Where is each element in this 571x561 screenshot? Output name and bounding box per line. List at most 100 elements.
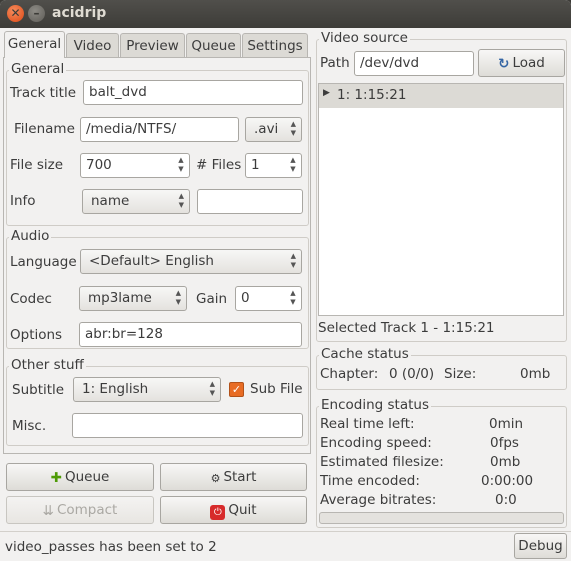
quit-icon: ⏻ [210,505,226,520]
cache-status-frame-label: Cache status [319,346,411,362]
time-encoded-value: 0:00:00 [481,473,534,489]
minimize-window-button[interactable]: – [28,5,45,22]
spin-arrows-icon: ▲ ▼ [290,252,296,269]
file-size-label: File size [10,157,64,173]
spin-arrows-icon: ▲ ▼ [209,380,215,397]
refresh-icon: ↻ [498,56,510,72]
track-tree: ▶ 1: 1:15:21 [318,83,564,316]
real-time-left-value: 0min [489,416,524,432]
spin-arrows-icon: ▲ ▼ [175,289,181,306]
info-select[interactable]: name ▲ ▼ [82,189,190,214]
chapter-label: Chapter: [320,366,379,382]
language-value: <Default> English [89,253,214,269]
close-window-button[interactable]: ✕ [7,5,24,22]
encoding-status-frame-label: Encoding status [319,397,431,413]
window-title: acidrip [52,5,107,21]
info-select-value: name [91,193,130,209]
options-input[interactable]: abr:br=128 [79,322,302,347]
file-size-spinner[interactable]: 700 ▲ ▼ [80,153,190,178]
quit-button[interactable]: ⏻ Quit [160,496,307,524]
subtitle-label: Subtitle [12,382,65,398]
encoding-speed-value: 0fps [490,435,519,451]
start-button-label: Start [223,469,257,485]
language-select[interactable]: <Default> English ▲ ▼ [80,249,302,274]
load-button-label: Load [512,55,545,71]
language-label: Language [10,254,77,270]
app-window: ✕ – acidrip General Video Preview Queue … [0,0,571,561]
sub-file-label: Sub File [250,381,303,397]
misc-input[interactable] [72,413,303,438]
general-frame-label: General [9,61,67,77]
tab-queue[interactable]: Queue [186,33,241,58]
subtitle-value: 1: English [82,381,149,397]
sub-file-checkbox[interactable]: ✓ [229,382,244,397]
title-bar: ✕ – acidrip [0,0,571,28]
spin-arrows-icon[interactable]: ▲ ▼ [175,156,187,175]
encoding-speed-label: Encoding speed: [320,435,432,451]
minimize-icon: – [33,6,40,20]
files-count-label: # Files [196,157,242,173]
misc-label: Misc. [12,418,47,434]
tab-preview[interactable]: Preview [120,33,185,58]
size-label: Size: [444,366,477,382]
load-button[interactable]: ↻ Load [478,49,565,77]
tree-item-label: 1: 1:15:21 [337,87,407,103]
subtitle-select[interactable]: 1: English ▲ ▼ [73,377,221,402]
track-title-input[interactable]: balt_dvd [83,80,303,105]
options-label: Options [10,327,63,343]
files-count-value: 1 [251,157,260,173]
tab-settings[interactable]: Settings [242,33,308,58]
estimated-filesize-label: Estimated filesize: [320,454,444,470]
compact-button[interactable]: ⇊ Compact [6,496,154,524]
size-value: 0mb [520,366,551,382]
average-bitrates-label: Average bitrates: [320,492,437,508]
codec-label: Codec [10,291,52,307]
start-button[interactable]: ⚙ Start [160,463,307,491]
status-message: video_passes has been set to 2 [5,539,217,555]
time-encoded-label: Time encoded: [320,473,420,489]
expander-arrow-icon[interactable]: ▶ [323,88,330,98]
path-label: Path [320,55,350,71]
filename-input[interactable]: /media/NTFS/ [80,117,239,142]
files-count-spinner[interactable]: 1 ▲ ▼ [245,153,302,178]
checkmark-icon: ✓ [231,383,242,396]
filename-label: Filename [14,121,75,137]
spin-arrows-icon[interactable]: ▲ ▼ [287,156,299,175]
real-time-left-label: Real time left: [320,416,415,432]
tree-row-selected[interactable]: ▶ 1: 1:15:21 [319,84,563,108]
selected-track-label: Selected Track 1 - 1:15:21 [318,320,495,336]
average-bitrates-value: 0:0 [495,492,517,508]
compact-button-label: Compact [56,502,118,518]
queue-button[interactable]: ✚ Queue [6,463,154,491]
close-icon: ✕ [10,6,21,20]
info-text-input[interactable] [197,189,303,214]
start-icon: ⚙ [210,472,221,485]
compact-icon: ⇊ [42,503,54,519]
other-stuff-frame-label: Other stuff [9,357,86,373]
audio-frame-label: Audio [9,228,52,244]
estimated-filesize-value: 0mb [490,454,521,470]
plus-icon: ✚ [50,470,62,486]
spin-arrows-icon: ▲ ▼ [178,192,184,209]
codec-value: mp3lame [88,290,152,306]
gain-spinner[interactable]: 0 ▲ ▼ [235,286,302,311]
spin-arrows-icon[interactable]: ▲ ▼ [287,289,299,308]
gain-value: 0 [241,290,250,306]
debug-button[interactable]: Debug [514,533,567,559]
track-title-label: Track title [10,85,77,101]
tab-video[interactable]: Video [66,33,119,58]
codec-select[interactable]: mp3lame ▲ ▼ [79,286,187,311]
gain-label: Gain [196,291,228,307]
extension-value: .avi [254,121,279,137]
encoding-progress-bar [319,512,564,524]
quit-button-label: Quit [228,502,257,518]
video-source-frame-label: Video source [319,30,410,46]
chapter-value: 0 (0/0) [389,366,435,382]
extension-select[interactable]: .avi ▲ ▼ [245,117,302,142]
file-size-value: 700 [86,157,112,173]
info-label: Info [10,193,36,209]
queue-button-label: Queue [64,469,110,485]
tab-general[interactable]: General [4,31,65,58]
spin-arrows-icon: ▲ ▼ [290,120,296,137]
path-input[interactable]: /dev/dvd [354,51,474,76]
